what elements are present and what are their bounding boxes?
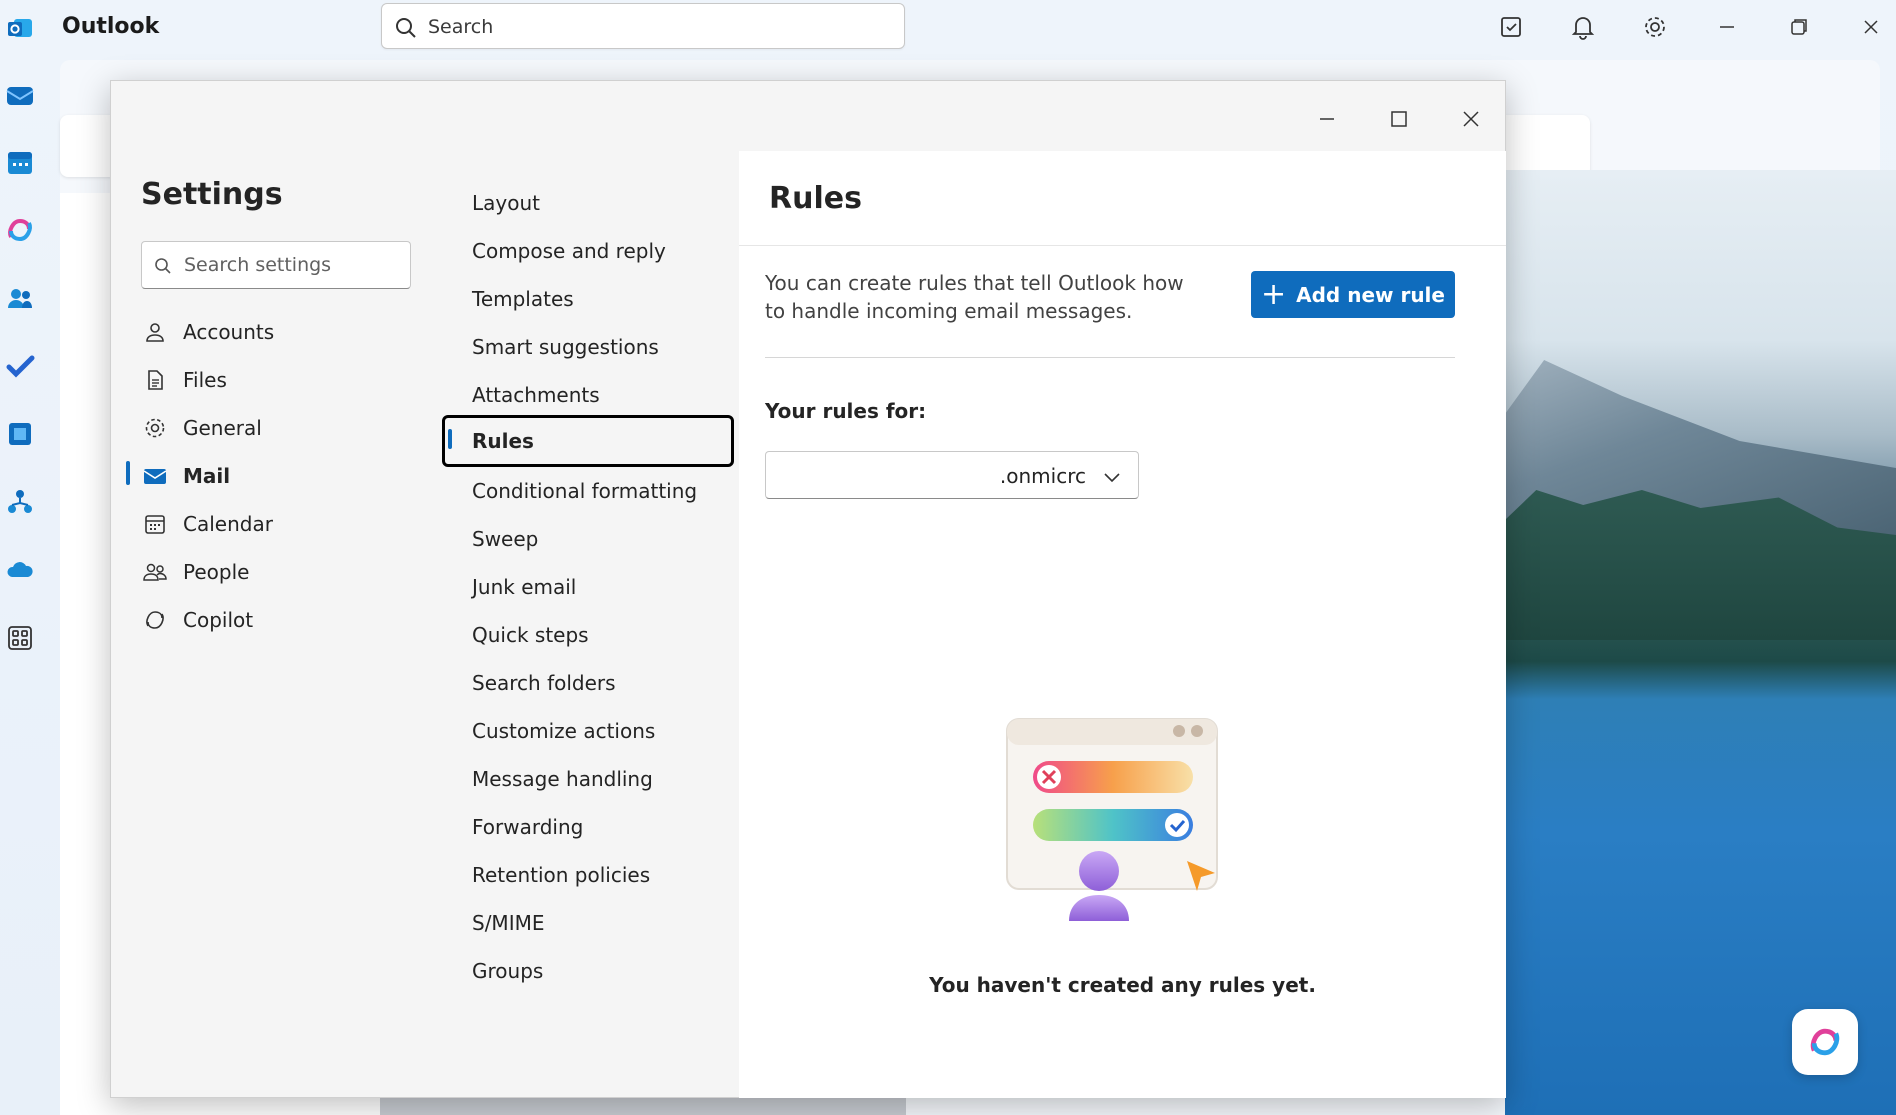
title-bar: Outlook Search — [0, 0, 1896, 56]
mail-icon — [141, 462, 169, 490]
bookings-icon[interactable] — [4, 418, 36, 450]
copilot-icon — [141, 606, 169, 634]
section-compose-and-reply[interactable]: Compose and reply — [442, 227, 734, 275]
section-attachments[interactable]: Attachments — [442, 371, 734, 419]
category-files[interactable]: Files — [141, 358, 411, 402]
category-label: Copilot — [183, 608, 254, 632]
empty-rules-illustration — [987, 711, 1247, 961]
section-sweep[interactable]: Sweep — [442, 515, 734, 563]
section-smime[interactable]: S/MIME — [442, 899, 734, 947]
section-customize-actions[interactable]: Customize actions — [442, 707, 734, 755]
section-message-handling[interactable]: Message handling — [442, 755, 734, 803]
chevron-down-icon — [1104, 473, 1120, 483]
app-rail — [0, 56, 58, 1115]
person-icon — [141, 318, 169, 346]
search-placeholder: Search — [428, 16, 494, 38]
app-title: Outlook — [62, 14, 160, 39]
category-people[interactable]: People — [141, 550, 411, 594]
category-label: Accounts — [183, 320, 275, 344]
search-icon — [396, 18, 416, 38]
background-landscape — [1505, 170, 1896, 1115]
calendar-icon[interactable] — [4, 146, 36, 178]
category-mail[interactable]: Mail — [141, 454, 411, 498]
copilot-icon[interactable] — [4, 214, 36, 246]
minimize-icon[interactable] — [1712, 12, 1742, 42]
org-icon[interactable] — [4, 486, 36, 518]
section-search-folders[interactable]: Search folders — [442, 659, 734, 707]
plus-icon: + — [1261, 276, 1287, 312]
section-templates[interactable]: Templates — [442, 275, 734, 323]
divider — [765, 357, 1455, 358]
search-box[interactable]: Search — [381, 3, 905, 49]
copilot-icon — [1810, 1028, 1840, 1056]
section-layout[interactable]: Layout — [442, 179, 734, 227]
category-label: Mail — [183, 464, 231, 488]
onedrive-icon[interactable] — [4, 554, 36, 586]
active-indicator — [126, 461, 130, 485]
close-icon[interactable] — [1856, 12, 1886, 42]
settings-search-placeholder: Search settings — [184, 254, 332, 276]
section-forwarding[interactable]: Forwarding — [442, 803, 734, 851]
section-quick-steps[interactable]: Quick steps — [442, 611, 734, 659]
rules-for-label: Your rules for: — [765, 399, 927, 423]
gear-icon — [141, 414, 169, 442]
section-junk-email[interactable]: Junk email — [442, 563, 734, 611]
dialog-minimize-icon[interactable] — [1309, 101, 1345, 137]
my-day-icon[interactable] — [1497, 12, 1527, 42]
file-icon — [141, 366, 169, 394]
settings-dialog: Settings Search settings Accounts Files … — [110, 80, 1506, 1098]
gear-icon[interactable] — [1640, 12, 1670, 42]
apps-icon[interactable] — [4, 622, 36, 654]
dialog-maximize-icon[interactable] — [1381, 101, 1417, 137]
category-calendar[interactable]: Calendar — [141, 502, 411, 546]
mail-icon[interactable] — [4, 78, 36, 110]
section-retention-policies[interactable]: Retention policies — [442, 851, 734, 899]
search-icon — [155, 258, 171, 274]
rules-pane: Rules You can create rules that tell Out… — [739, 151, 1506, 1098]
category-accounts[interactable]: Accounts — [141, 310, 411, 354]
category-label: People — [183, 560, 250, 584]
add-new-rule-label: Add new rule — [1296, 282, 1445, 307]
category-label: Files — [183, 368, 227, 392]
dialog-close-icon[interactable] — [1453, 101, 1489, 137]
section-conditional-formatting[interactable]: Conditional formatting — [442, 467, 734, 515]
category-label: General — [183, 416, 262, 440]
category-copilot[interactable]: Copilot — [141, 598, 411, 642]
todo-icon[interactable] — [4, 350, 36, 382]
settings-search-input[interactable]: Search settings — [141, 241, 411, 289]
rules-title: Rules — [769, 181, 862, 216]
background-strip — [380, 1097, 906, 1115]
section-groups[interactable]: Groups — [442, 947, 734, 995]
empty-rules-message: You haven't created any rules yet. — [929, 973, 1316, 997]
people-icon[interactable] — [4, 282, 36, 314]
bell-icon[interactable] — [1568, 12, 1598, 42]
account-dropdown[interactable]: .onmicrc — [765, 451, 1139, 499]
category-label: Calendar — [183, 512, 273, 536]
rules-description: You can create rules that tell Outlook h… — [765, 271, 1184, 323]
settings-title: Settings — [141, 177, 283, 212]
calendar-icon — [141, 510, 169, 538]
section-rules[interactable]: Rules — [442, 415, 734, 467]
account-value: .onmicrc — [999, 464, 1086, 488]
copilot-floating-button[interactable] — [1792, 1009, 1858, 1075]
divider — [739, 245, 1506, 246]
people-icon — [141, 558, 169, 586]
category-general[interactable]: General — [141, 406, 411, 450]
section-smart-suggestions[interactable]: Smart suggestions — [442, 323, 734, 371]
restore-icon[interactable] — [1784, 12, 1814, 42]
outlook-logo-icon — [6, 14, 34, 42]
add-new-rule-button[interactable]: + Add new rule — [1251, 271, 1455, 318]
